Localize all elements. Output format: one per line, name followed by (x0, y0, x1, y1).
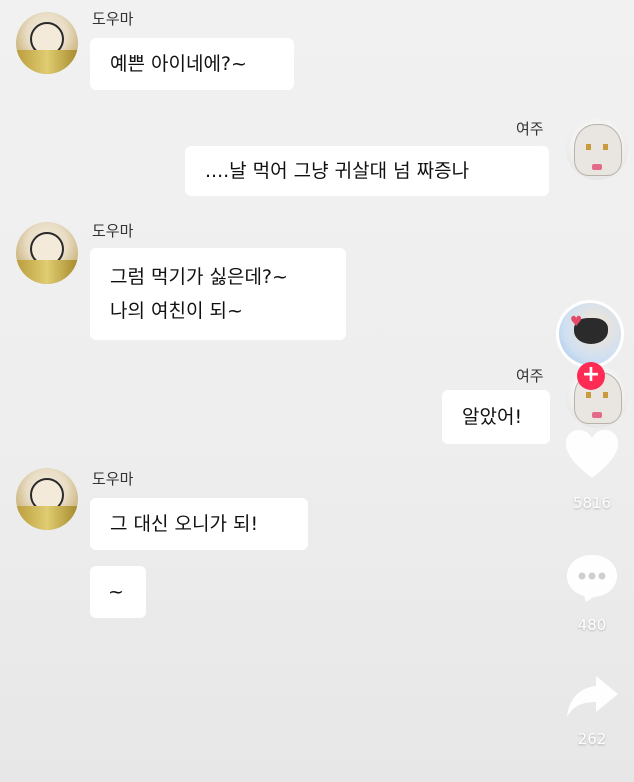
avatar-douma (16, 468, 78, 530)
comment-button[interactable]: 480 (558, 552, 626, 634)
message-bubble: ~ (90, 566, 146, 618)
sender-name: 도우마 (92, 470, 134, 488)
like-button[interactable]: 5816 (558, 428, 626, 512)
share-icon (567, 676, 618, 717)
heart-icon (566, 430, 618, 478)
message-bubble: 그 대신 오니가 되! (90, 498, 308, 550)
sender-name: 도우마 (92, 10, 134, 28)
message-bubble: ....날 먹어 그냥 귀살대 넘 짜증나 (185, 146, 549, 196)
sender-name: 여주 (516, 120, 544, 138)
comment-count: 480 (577, 616, 607, 634)
sender-name: 여주 (516, 367, 544, 385)
message-line: 나의 여친이 되~ (110, 300, 243, 322)
follow-plus-icon[interactable]: + (577, 362, 605, 390)
comment-icon (567, 555, 617, 602)
message-bubble: 그럼 먹기가 싫은데?~ 나의 여친이 되~ (90, 248, 346, 340)
message-line: 그럼 먹기가 싫은데?~ (110, 266, 288, 288)
avatar-douma (16, 222, 78, 284)
avatar-yeoju (566, 118, 628, 180)
share-button[interactable]: 262 (558, 672, 626, 748)
share-count: 262 (577, 730, 607, 748)
message-bubble: 알았어! (442, 390, 550, 444)
message-bubble: 예쁜 아이네에?~ (90, 38, 294, 90)
creator-avatar[interactable]: ♥ (556, 300, 624, 368)
sender-name: 도우마 (92, 222, 134, 240)
like-count: 5816 (572, 494, 612, 512)
avatar-douma (16, 12, 78, 74)
